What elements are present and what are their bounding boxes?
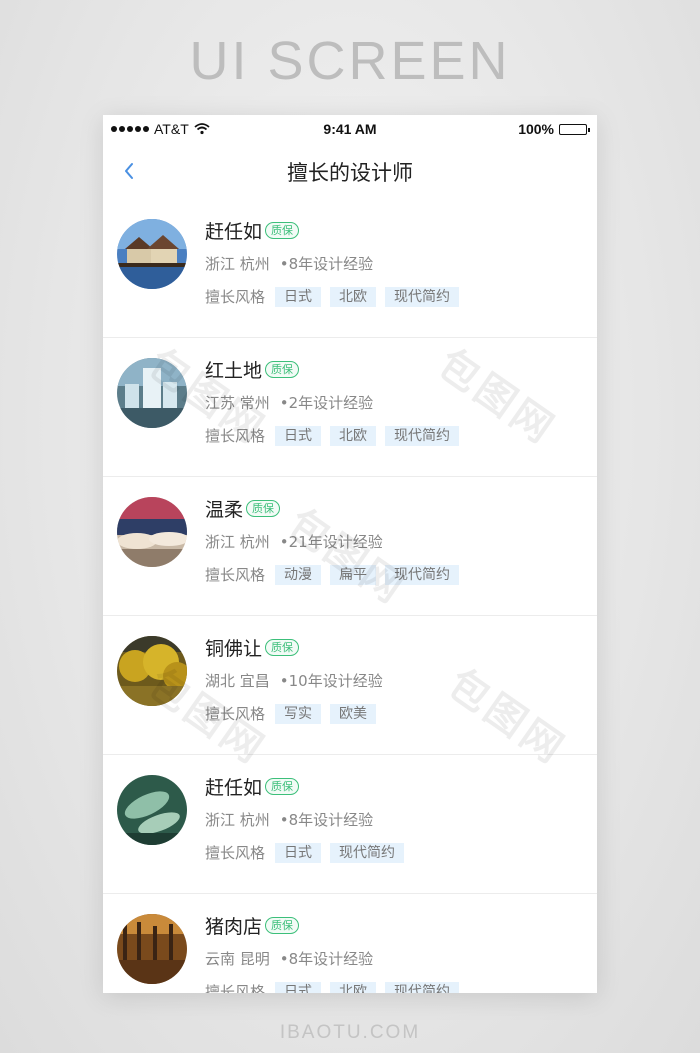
designer-experience: •8年设计经验 [279,255,374,273]
style-tags: 擅长风格 日式 北欧 现代简约 [205,981,460,993]
quality-badge: 质保 [265,222,300,239]
quality-badge: 质保 [265,778,300,795]
designer-location: 浙江 杭州 [205,533,270,551]
designer-name: 红土地 [205,360,263,382]
designer-meta: 浙江 杭州 •8年设计经验 [205,809,373,830]
quality-badge: 质保 [246,500,281,517]
style-tag[interactable]: 北欧 [330,425,377,446]
style-tag[interactable]: 日式 [275,425,322,446]
designer-experience: •10年设计经验 [279,672,383,690]
status-bar: AT&T 9:41 AM 100% [103,115,597,143]
style-tag[interactable]: 日式 [275,981,322,993]
phone-screen: AT&T 9:41 AM 100% 擅长的设计师 赶任如 质保 浙江 杭州 •8… [103,115,597,993]
style-tag[interactable]: 现代简约 [385,286,460,307]
page-title: 擅长的设计师 [287,161,413,185]
designer-location: 江苏 常州 [205,394,270,412]
designer-meta: 云南 昆明 •8年设计经验 [205,948,373,969]
avatar [117,497,187,567]
footer-brand: IBAOTU.COM [279,1022,421,1043]
style-label: 擅长风格 [205,705,266,723]
avatar [117,219,187,289]
designer-location: 云南 昆明 [205,950,270,968]
designer-name-row: 赶任如 质保 [205,217,300,244]
style-tags: 擅长风格 日式 北欧 现代简约 [205,425,460,446]
designer-list: 赶任如 质保 浙江 杭州 •8年设计经验 擅长风格 日式 北欧 现代简约 红土地… [103,199,597,993]
designer-card[interactable]: 红土地 质保 江苏 常州 •2年设计经验 擅长风格 日式 北欧 现代简约 [103,338,597,477]
designer-card[interactable]: 温柔 质保 浙江 杭州 •21年设计经验 擅长风格 动漫 扁平 现代简约 [103,477,597,616]
style-tag[interactable]: 日式 [275,842,322,863]
style-tag[interactable]: 欧美 [330,703,377,724]
avatar [117,914,187,984]
style-tag[interactable]: 现代简约 [385,981,460,993]
style-tag[interactable]: 扁平 [330,564,377,585]
designer-name-row: 猪肉店 质保 [205,912,300,939]
designer-location: 湖北 宜昌 [205,672,270,690]
designer-location: 浙江 杭州 [205,811,270,829]
quality-badge: 质保 [265,361,300,378]
designer-experience: •8年设计经验 [279,950,374,968]
style-tag[interactable]: 现代简约 [330,842,405,863]
style-tag[interactable]: 北欧 [330,286,377,307]
style-tags: 擅长风格 日式 现代简约 [205,842,405,863]
designer-card[interactable]: 铜佛让 质保 湖北 宜昌 •10年设计经验 擅长风格 写实 欧美 [103,616,597,755]
designer-name: 赶任如 [205,221,263,243]
style-tag[interactable]: 现代简约 [385,425,460,446]
style-label: 擅长风格 [205,427,266,445]
quality-badge: 质保 [265,917,300,934]
designer-experience: •2年设计经验 [279,394,374,412]
designer-experience: •8年设计经验 [279,811,374,829]
nav-bar: 擅长的设计师 [103,143,597,199]
avatar [117,636,187,706]
designer-meta: 浙江 杭州 •21年设计经验 [205,531,383,552]
designer-meta: 浙江 杭州 •8年设计经验 [205,253,373,274]
style-tag[interactable]: 动漫 [275,564,322,585]
designer-location: 浙江 杭州 [205,255,270,273]
battery-percent: 100% [518,121,554,137]
designer-name: 温柔 [205,499,244,521]
designer-name: 赶任如 [205,777,263,799]
style-label: 擅长风格 [205,288,266,306]
style-label: 擅长风格 [205,983,266,993]
style-tags: 擅长风格 动漫 扁平 现代简约 [205,564,460,585]
style-label: 擅长风格 [205,844,266,862]
battery-icon [559,123,590,135]
style-tag[interactable]: 北欧 [330,981,377,993]
designer-name: 猪肉店 [205,916,263,938]
designer-experience: •21年设计经验 [279,533,383,551]
designer-name-row: 赶任如 质保 [205,773,300,800]
banner-title: UI SCREEN [189,31,511,91]
designer-card[interactable]: 赶任如 质保 浙江 杭州 •8年设计经验 擅长风格 日式 现代简约 [103,755,597,894]
style-tag[interactable]: 写实 [275,703,322,724]
quality-badge: 质保 [265,639,300,656]
style-tag[interactable]: 日式 [275,286,322,307]
avatar [117,358,187,428]
designer-card[interactable]: 猪肉店 质保 云南 昆明 •8年设计经验 擅长风格 日式 北欧 现代简约 [103,894,597,993]
designer-name-row: 温柔 质保 [205,495,281,522]
designer-name-row: 红土地 质保 [205,356,300,383]
style-label: 擅长风格 [205,566,266,584]
designer-meta: 湖北 宜昌 •10年设计经验 [205,670,383,691]
style-tag[interactable]: 现代简约 [385,564,460,585]
style-tags: 擅长风格 写实 欧美 [205,703,377,724]
designer-name-row: 铜佛让 质保 [205,634,300,661]
designer-name: 铜佛让 [205,638,263,660]
designer-meta: 江苏 常州 •2年设计经验 [205,392,373,413]
designer-card[interactable]: 赶任如 质保 浙江 杭州 •8年设计经验 擅长风格 日式 北欧 现代简约 [103,199,597,338]
style-tags: 擅长风格 日式 北欧 现代简约 [205,286,460,307]
avatar [117,775,187,845]
